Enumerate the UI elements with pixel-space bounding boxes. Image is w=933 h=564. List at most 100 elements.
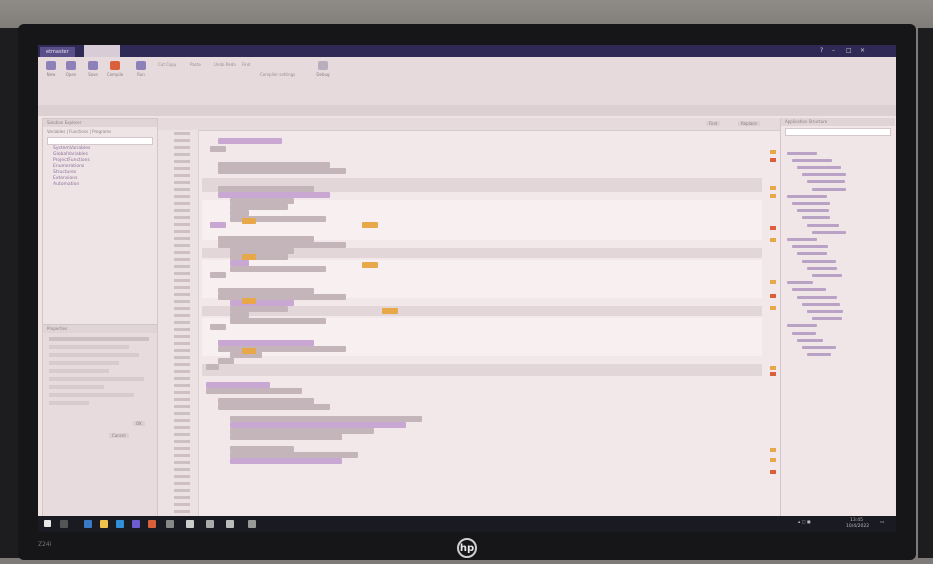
code-editor[interactable]: Find Replace (158, 118, 798, 523)
new-button[interactable]: New (42, 61, 60, 77)
line-number (160, 398, 190, 401)
code-area[interactable] (202, 130, 762, 523)
code-line (230, 458, 342, 464)
code-line (210, 146, 226, 152)
structure-tree-item[interactable] (792, 245, 828, 249)
search-icon[interactable] (60, 520, 68, 528)
app-tab[interactable]: etmaster (40, 47, 75, 57)
structure-tree-item[interactable] (787, 194, 827, 198)
edge-icon[interactable] (84, 520, 92, 528)
structure-tree-item[interactable] (812, 274, 842, 277)
search-input[interactable] (47, 137, 153, 145)
settings-icon[interactable] (248, 520, 256, 528)
structure-tree-item[interactable] (787, 281, 813, 285)
structure-tree-item[interactable] (807, 310, 843, 313)
line-number (160, 307, 190, 310)
pin-icon[interactable] (226, 520, 234, 528)
structure-tree-item[interactable] (797, 209, 829, 213)
save-button[interactable]: Save (84, 61, 102, 77)
mail-icon[interactable] (116, 520, 124, 528)
find-button[interactable]: Find (706, 121, 721, 126)
structure-tree-item[interactable] (812, 230, 846, 234)
scrollbar-marker (770, 458, 776, 462)
property-row[interactable] (49, 401, 89, 405)
structure-tree-item[interactable] (812, 187, 846, 191)
ok-button[interactable]: OK (133, 421, 145, 426)
date[interactable]: 10/4/2022 (846, 524, 869, 529)
file-tab[interactable] (84, 45, 120, 57)
tray-icons[interactable]: ▴ ◻ ◼ (798, 520, 811, 525)
close-icon[interactable]: × (860, 47, 865, 54)
debug-button[interactable]: Debug (314, 61, 332, 77)
line-number (160, 132, 190, 135)
scrollbar-marker (770, 372, 776, 376)
structure-tree-item[interactable] (807, 266, 837, 270)
property-row[interactable] (49, 369, 109, 373)
structure-tree-item[interactable] (812, 317, 842, 321)
line-number (160, 300, 190, 303)
clock[interactable]: 13:45 (850, 518, 863, 523)
minimize-icon[interactable]: – (832, 47, 835, 54)
ribbon-group-find[interactable]: Find (242, 61, 250, 68)
structure-tree-item[interactable] (792, 288, 826, 292)
properties-panel: Properties OK Cancel (43, 324, 157, 525)
run-button[interactable]: Run (132, 61, 150, 77)
structure-tree-item[interactable] (807, 353, 831, 357)
app-icon[interactable] (132, 520, 140, 528)
structure-tree-item[interactable] (807, 180, 845, 184)
open-button[interactable]: Open (62, 61, 80, 77)
ribbon-group-undo[interactable]: Undo Redo (214, 61, 236, 68)
code-highlight-token (242, 298, 256, 304)
code-line (218, 358, 234, 364)
code-highlight-token (362, 222, 378, 228)
structure-tree-item[interactable] (797, 166, 841, 169)
notification-icon[interactable]: ▭ (880, 520, 884, 525)
structure-tree-item[interactable] (802, 173, 846, 177)
structure-search-input[interactable] (785, 128, 891, 136)
doc-icon[interactable] (206, 520, 214, 528)
structure-tree-item[interactable] (802, 216, 830, 220)
structure-tree-item[interactable] (802, 346, 836, 349)
property-row[interactable] (49, 353, 139, 357)
maximize-icon[interactable]: □ (846, 47, 852, 54)
tree-item[interactable]: Automation (43, 182, 157, 188)
structure-tree-item[interactable] (797, 295, 837, 299)
structure-tree-item[interactable] (807, 223, 839, 227)
structure-tree-item[interactable] (787, 151, 817, 155)
scrollbar-marker (770, 186, 776, 190)
ribbon-group-compiler[interactable]: Compiler settings (260, 71, 295, 78)
structure-tree-item[interactable] (797, 252, 827, 256)
property-row[interactable] (49, 377, 144, 381)
code-highlight-token (382, 308, 398, 314)
structure-tree-item[interactable] (802, 302, 840, 306)
property-row[interactable] (49, 393, 134, 397)
structure-tree-item[interactable] (792, 202, 830, 205)
structure-tree-item[interactable] (792, 331, 816, 335)
monitor-app-icon[interactable] (186, 520, 194, 528)
title-bar: etmaster ? – □ × (38, 45, 896, 57)
compile-button[interactable]: Compile (106, 61, 124, 77)
ide-icon[interactable] (148, 520, 156, 528)
start-icon[interactable] (44, 520, 51, 527)
structure-tree-item[interactable] (802, 259, 836, 263)
help-icon[interactable]: ? (820, 47, 823, 54)
property-row[interactable] (49, 337, 149, 341)
property-row[interactable] (49, 385, 104, 389)
panel-tabs[interactable]: Variables | Functions | Programs (43, 127, 157, 136)
property-row[interactable] (49, 361, 119, 365)
ribbon-group-paste[interactable]: Paste (190, 61, 201, 68)
cancel-button[interactable]: Cancel (109, 433, 129, 438)
line-number (160, 426, 190, 429)
structure-tree-item[interactable] (787, 238, 817, 241)
windows-taskbar: ▴ ◻ ◼ 13:45 10/4/2022 ▭ (38, 516, 896, 532)
structure-tree-item[interactable] (797, 338, 823, 342)
folder-icon[interactable] (100, 520, 108, 528)
ribbon-group-clipboard[interactable]: Cut Copy (158, 61, 176, 68)
structure-tree-item[interactable] (792, 158, 832, 162)
replace-button[interactable]: Replace (738, 121, 760, 126)
line-number (160, 167, 190, 170)
line-number (160, 405, 190, 408)
terminal-icon[interactable] (166, 520, 174, 528)
structure-tree-item[interactable] (787, 324, 817, 328)
property-row[interactable] (49, 345, 129, 349)
